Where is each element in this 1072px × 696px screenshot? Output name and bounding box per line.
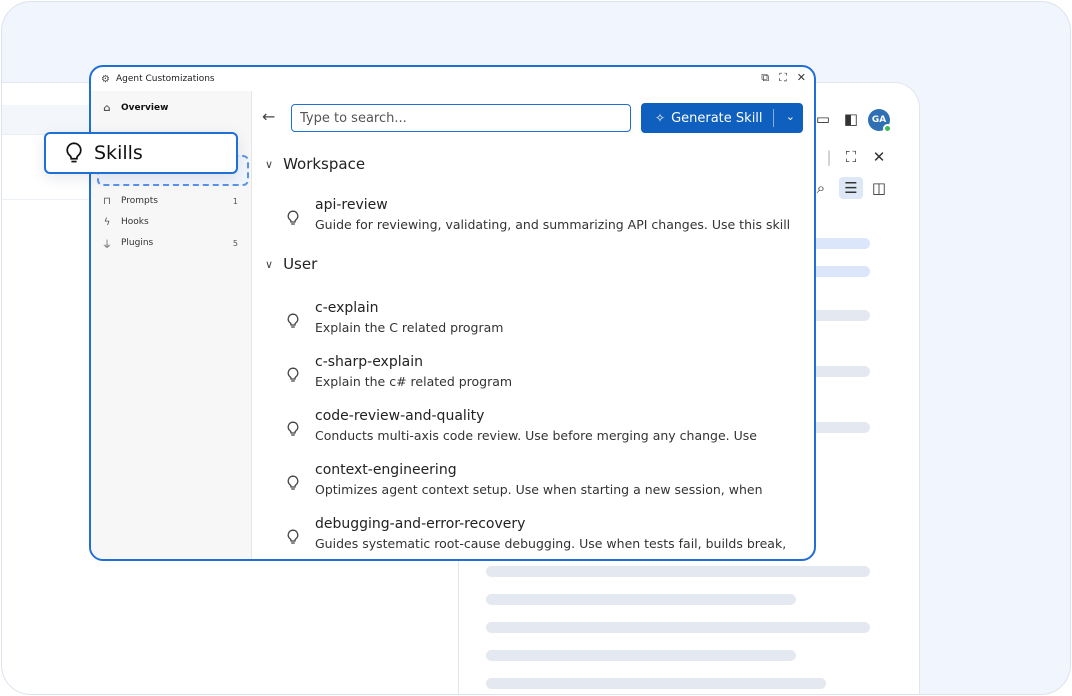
chevron-down-icon[interactable]: ⌄ — [786, 110, 795, 123]
skeleton-line — [486, 622, 870, 633]
sidebar-item-label: Overview — [121, 103, 169, 113]
skeleton-line — [810, 422, 870, 433]
lightning-icon: ϟ — [103, 216, 111, 228]
section-header-workspace[interactable]: ∨ Workspace — [265, 155, 365, 173]
list-item[interactable]: c-sharp-explain Explain the c# related p… — [253, 354, 814, 398]
skill-description: Conducts multi-axis code review. Use bef… — [315, 428, 757, 443]
filter-icon: ☰ — [844, 179, 858, 197]
list-item[interactable]: api-review Guide for reviewing, validati… — [253, 197, 814, 241]
sidebar-item-hooks[interactable]: ϟ Hooks — [91, 212, 252, 232]
section-header-user[interactable]: ∨ User — [265, 255, 317, 273]
sidebar-item-label: Plugins — [121, 238, 154, 248]
sidebar-item-count: 1 — [232, 196, 238, 206]
pop-out-icon[interactable]: ⧉ — [761, 71, 769, 85]
sidebar-item-label: Prompts — [121, 196, 158, 206]
search-input[interactable] — [291, 104, 631, 132]
avatar-initials: GA — [871, 115, 887, 125]
sidebar-item-prompts[interactable]: ⊓ Prompts 1 — [91, 191, 252, 211]
lightbulb-icon — [287, 367, 299, 382]
sidebar-item-count: 5 — [232, 238, 238, 248]
skills-callout[interactable]: Skills — [44, 132, 238, 174]
skill-description: Guide for reviewing, validating, and sum… — [315, 217, 791, 232]
skill-name: c-sharp-explain — [315, 354, 423, 370]
section-title: User — [283, 255, 318, 273]
skeleton-line — [486, 566, 870, 577]
canvas-background: ▭ ◧ GA | ⛶ ✕ ⌕ ☰ ◫ ⚙ Agent Customization… — [1, 1, 1071, 695]
gear-icon: ⚙ — [101, 73, 110, 85]
section-title: Workspace — [283, 155, 366, 173]
close-icon[interactable]: ✕ — [870, 148, 888, 166]
dialog-titlebar: ⚙ Agent Customizations ⧉ ⛶ ✕ — [91, 67, 814, 91]
list-item[interactable]: c-explain Explain the C related program — [253, 300, 814, 344]
lightbulb-icon — [287, 529, 299, 544]
close-dialog-icon[interactable]: ✕ — [797, 71, 806, 85]
skeleton-line — [486, 594, 796, 605]
chevron-down-icon: ∨ — [265, 157, 274, 171]
lightbulb-icon — [66, 142, 82, 163]
skeleton-line — [810, 310, 870, 321]
skeleton-line — [486, 650, 796, 661]
callout-label: Skills — [94, 142, 143, 164]
sidebar-item-plugins[interactable]: ⏚ Plugins 5 — [91, 233, 252, 253]
dialog-title: Agent Customizations — [115, 74, 215, 84]
lightbulb-icon — [287, 210, 299, 225]
sparkle-icon: ✧ — [655, 111, 666, 125]
skeleton-line — [810, 238, 870, 249]
split-view-icon[interactable]: ◧ — [842, 110, 860, 128]
list-item[interactable]: context-engineering Optimizes agent cont… — [253, 462, 814, 506]
separator-icon: | — [826, 148, 832, 166]
skill-description: Optimizes agent context setup. Use when … — [315, 482, 763, 497]
skill-name: debugging-and-error-recovery — [315, 516, 526, 532]
skill-description: Explain the c# related program — [315, 374, 513, 389]
skills-panel: ← ✧ Generate Skill ⌄ ∨ Workspace api-rev… — [253, 91, 814, 559]
generate-skill-button[interactable]: ✧ Generate Skill ⌄ — [641, 103, 803, 133]
sidebar-toggle-icon[interactable]: ◫ — [870, 179, 888, 197]
skeleton-line — [486, 678, 826, 689]
titlebar-actions: ⧉ ⛶ ✕ — [761, 71, 806, 85]
back-arrow-icon[interactable]: ← — [262, 107, 275, 126]
bookmark-icon: ⊓ — [103, 195, 111, 207]
expand-icon[interactable]: ⛶ — [842, 148, 860, 166]
skill-name: api-review — [315, 197, 388, 213]
skill-name: context-engineering — [315, 462, 457, 478]
avatar[interactable]: GA — [868, 109, 892, 133]
lightbulb-icon — [287, 475, 299, 490]
maximize-icon[interactable]: ⛶ — [779, 71, 787, 85]
skill-description: Guides systematic root-cause debugging. … — [315, 536, 787, 551]
layout-panel-icon[interactable]: ▭ — [814, 110, 832, 128]
online-status-dot — [883, 124, 892, 133]
button-divider — [773, 109, 774, 127]
list-item[interactable]: code-review-and-quality Conducts multi-a… — [253, 408, 814, 452]
lightbulb-icon — [287, 313, 299, 328]
sidebar-item-overview[interactable]: ⌂ Overview — [91, 98, 252, 118]
sidebar-item-label: Hooks — [121, 217, 149, 227]
skeleton-line — [810, 266, 870, 277]
generate-skill-label: Generate Skill — [671, 110, 763, 126]
plug-icon: ⏚ — [102, 239, 112, 251]
lightbulb-icon — [287, 421, 299, 436]
skill-description: Explain the C related program — [315, 320, 504, 335]
skeleton-line — [810, 366, 870, 377]
chevron-down-icon: ∨ — [265, 257, 274, 271]
skill-name: c-explain — [315, 300, 379, 316]
list-item[interactable]: debugging-and-error-recovery Guides syst… — [253, 516, 814, 559]
home-icon: ⌂ — [103, 102, 111, 114]
skill-name: code-review-and-quality — [315, 408, 485, 424]
